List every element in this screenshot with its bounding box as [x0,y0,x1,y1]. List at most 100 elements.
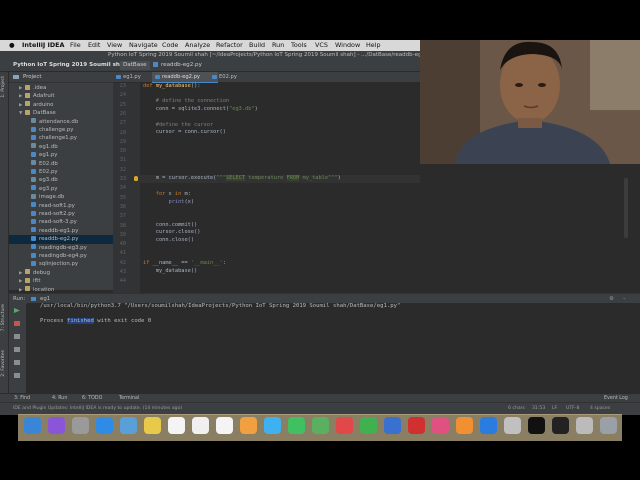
breadcrumb-file[interactable]: readdb-eg2.py [150,61,205,70]
tab-e02[interactable]: E02.py [209,72,255,82]
line-number: 24 [119,92,126,99]
window-title: Python IoT Spring 2019 Soumil shah [~/Id… [108,52,434,58]
breadcrumb-folder[interactable]: DatBase [120,61,150,70]
menu-run[interactable]: Run [272,40,284,51]
project-tree-item-label: eg1.db [39,143,58,150]
maps-icon[interactable] [312,417,329,434]
line-number: 23 [119,83,126,89]
project-tool-tab[interactable]: 1: Project [1,76,6,98]
help-icon[interactable] [504,417,521,434]
webcam-person-image [420,40,640,164]
line-number: 31 [119,157,126,164]
line-number: 41 [119,250,126,257]
line-number: 36 [119,203,126,210]
console-exit-line: Process finished with exit code 0 [40,318,152,324]
menu-build[interactable]: Build [249,40,265,51]
apple-icon[interactable]: ● [9,40,15,51]
editor-scrollbar[interactable] [624,178,628,238]
menu-edit[interactable]: Edit [88,40,100,51]
database-file-icon [31,160,36,166]
project-tree-item-label: DatBase [33,110,56,117]
keynote-icon[interactable] [384,417,401,434]
project-tree-item-label: arduino [33,101,54,108]
project-tree-item-label: challenge.py [39,127,74,133]
app-name-menu[interactable]: IntelliJ IDEA [22,40,65,51]
python-file-icon [31,227,36,233]
python-file-icon [31,297,36,301]
python-file-icon [116,75,121,79]
project-tree-item-label: E02.db [39,160,58,167]
intellij-icon[interactable] [528,417,545,434]
run-toolbar [9,303,26,394]
trash-icon[interactable] [600,417,617,434]
tab-label: readdb-eg2.py [162,74,200,80]
line-number: 40 [119,241,126,248]
tab-label: eg1.py [123,74,141,80]
menu-vcs[interactable]: VCS [315,40,328,51]
lightbulb-icon[interactable] [134,176,138,182]
preview-icon[interactable] [120,417,137,434]
project-tree-item-label: image.db [39,194,65,201]
python-file-icon [31,260,36,266]
favorites-tool-tab[interactable]: 2: Favorites [1,350,6,377]
project-view-icon [13,75,19,79]
structure-tool-tab[interactable]: 7: Structure [1,304,6,331]
project-tree-item-label: challenge1.py [39,135,77,142]
menu-code[interactable]: Code [162,40,178,51]
appstore-icon[interactable] [480,417,497,434]
menu-window[interactable]: Window [335,40,360,51]
line-number: 43 [119,269,126,275]
print-icon[interactable] [14,360,20,365]
messages-icon[interactable] [264,417,281,434]
siri-icon[interactable] [48,417,65,434]
project-panel-title[interactable]: Project [23,72,41,82]
notes-icon[interactable] [144,417,161,434]
soft-wrap-icon[interactable] [14,347,20,352]
textedit-icon[interactable] [216,417,233,434]
rerun-icon[interactable] [14,308,20,313]
numbers-icon[interactable] [360,417,377,434]
python-file-icon [31,185,36,191]
obs-icon[interactable] [552,417,569,434]
books-icon[interactable] [456,417,473,434]
project-tree-item-label: location [33,286,55,293]
project-tree-item-label: readdb-eg1.py [39,227,79,234]
database-icon[interactable] [576,417,593,434]
calendar-icon[interactable] [168,417,185,434]
line-number: 27 [119,120,126,127]
folder-icon [25,286,30,292]
facetime-icon[interactable] [288,417,305,434]
project-tree-item-label: read-soft1.py [39,202,75,209]
launchpad-icon[interactable] [72,417,89,434]
pin-icon[interactable] [14,334,20,339]
line-number: 25 [119,101,126,108]
news-icon[interactable] [336,417,353,434]
project-tree-item-label: read-soft-3.py [39,219,77,226]
project-tree-item-label: sqlinjection.py [39,261,79,268]
menu-help[interactable]: Help [366,40,381,51]
python-file-icon [31,252,36,258]
menu-refactor[interactable]: Refactor [216,40,243,51]
breadcrumb-project[interactable]: Python IoT Spring 2019 Soumil shah [10,61,131,70]
clear-icon[interactable] [14,373,20,378]
photos-icon[interactable] [240,417,257,434]
project-tree-item-label: read-soft2.py [39,211,75,217]
menu-view[interactable]: View [107,40,122,51]
code-editor[interactable]: def my_database(): # define the connecti… [134,83,420,294]
menu-analyze[interactable]: Analyze [185,40,210,51]
menu-navigate[interactable]: Navigate [129,40,158,51]
run-console[interactable]: /usr/local/bin/python3.7 "/Users/soumils… [27,303,640,394]
line-number: 39 [119,231,126,238]
python-file-icon [31,210,36,216]
python-file-icon [31,218,36,224]
itunes-icon[interactable] [432,417,449,434]
project-tree-item-label: iftt [33,278,41,285]
line-number: 38 [119,222,126,229]
menu-file[interactable]: File [70,40,81,51]
menu-tools[interactable]: Tools [291,40,307,51]
safari-icon[interactable] [96,417,113,434]
stop-icon[interactable] [14,321,20,326]
reminders-icon[interactable] [192,417,209,434]
finder-icon[interactable] [24,417,41,434]
block-icon[interactable] [408,417,425,434]
